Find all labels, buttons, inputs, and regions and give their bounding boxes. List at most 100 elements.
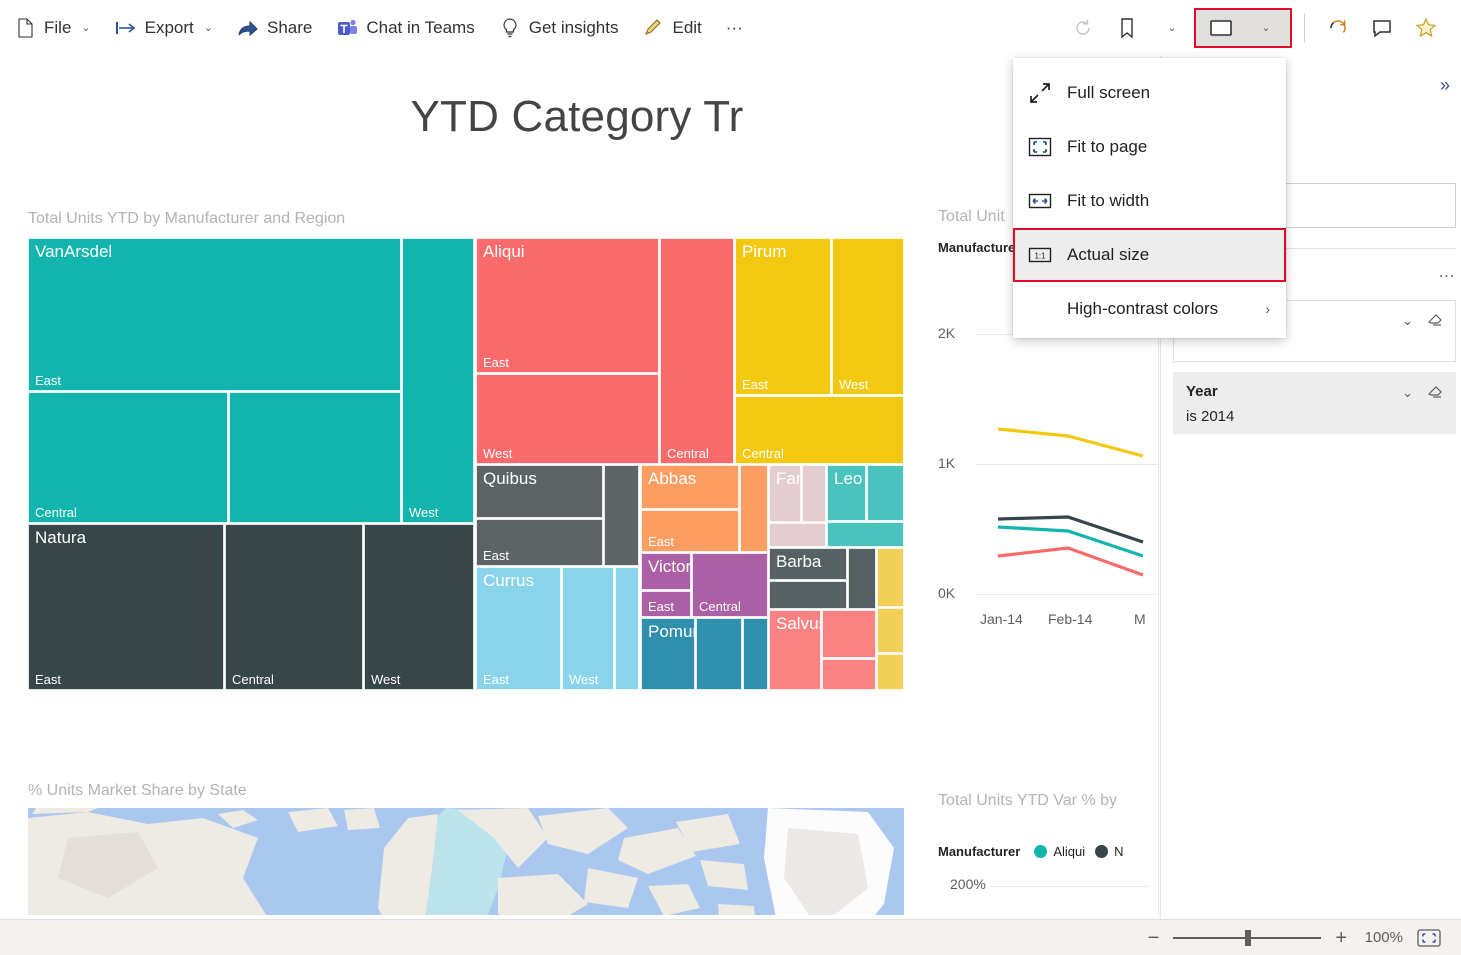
export-menu-button[interactable]: Export ⌄ bbox=[105, 8, 223, 48]
treemap-tile[interactable]: Aliqui East bbox=[476, 238, 659, 373]
treemap-tile[interactable]: Pirum East bbox=[735, 238, 831, 395]
treemap-tile[interactable]: Central bbox=[225, 524, 363, 690]
treemap-tile[interactable]: Central bbox=[660, 238, 734, 464]
treemap-tile[interactable]: Central bbox=[28, 392, 228, 523]
treemap-tile[interactable]: Leo bbox=[827, 465, 866, 521]
treemap-tile[interactable] bbox=[229, 392, 401, 523]
treemap-tile[interactable]: West bbox=[476, 374, 659, 464]
menu-item-fit-to-page[interactable]: Fit to page bbox=[1013, 120, 1286, 174]
line-chart-title: Total Unit bbox=[938, 208, 1005, 225]
chevron-down-icon[interactable]: ⌄ bbox=[1402, 385, 1413, 401]
treemap-title: Total Units YTD by Manufacturer and Regi… bbox=[28, 210, 346, 227]
treemap-tile[interactable]: Abbas bbox=[641, 465, 739, 509]
treemap-tile[interactable]: Victoria bbox=[641, 553, 691, 590]
treemap-region-label: Central bbox=[667, 446, 709, 461]
treemap-tile[interactable] bbox=[769, 523, 826, 547]
file-label: File bbox=[44, 17, 72, 37]
treemap-tile[interactable] bbox=[848, 548, 876, 609]
view-button[interactable] bbox=[1200, 8, 1242, 48]
treemap-tile[interactable] bbox=[827, 522, 904, 547]
export-icon bbox=[115, 17, 137, 39]
treemap-tile[interactable]: East bbox=[476, 519, 603, 566]
toolbar-divider bbox=[1304, 13, 1305, 42]
treemap-tile[interactable]: Central bbox=[735, 396, 904, 464]
zoom-in-button[interactable]: + bbox=[1335, 928, 1347, 948]
page-title: YTD Category Tr bbox=[410, 92, 744, 141]
var-percent-visual[interactable]: Total Units YTD Var % by Manufacturer Al… bbox=[938, 792, 1158, 915]
view-combo: ⌄ bbox=[1194, 7, 1292, 48]
refresh-button[interactable] bbox=[1317, 8, 1359, 48]
eraser-icon[interactable] bbox=[1427, 383, 1443, 402]
treemap-region-label: West bbox=[483, 446, 513, 461]
treemap-tile[interactable] bbox=[743, 618, 768, 690]
treemap-tile[interactable]: Pomum bbox=[641, 618, 695, 690]
share-button[interactable]: Share bbox=[227, 8, 322, 48]
treemap-plot[interactable]: VanArsdel East Central West Aliqui East West Ce… bbox=[28, 238, 904, 690]
treemap-tile[interactable]: VanArsdel East bbox=[28, 238, 401, 391]
treemap-tile[interactable] bbox=[877, 608, 904, 653]
treemap-group-label: Natura bbox=[35, 528, 87, 547]
more-options-button[interactable]: ··· bbox=[716, 8, 753, 48]
menu-item-actual-size[interactable]: 1:1 Actual size bbox=[1013, 228, 1286, 282]
treemap-tile[interactable] bbox=[802, 465, 826, 522]
treemap-tile[interactable] bbox=[867, 465, 904, 521]
treemap-tile[interactable] bbox=[740, 465, 768, 552]
map-visual[interactable]: % Units Market Share by State bbox=[28, 782, 914, 915]
reset-button[interactable] bbox=[1062, 8, 1104, 48]
file-menu-button[interactable]: File ⌄ bbox=[4, 8, 101, 48]
chevron-down-icon[interactable]: ⌄ bbox=[1402, 313, 1413, 329]
zoom-slider-thumb[interactable] bbox=[1245, 929, 1252, 946]
eraser-icon[interactable] bbox=[1427, 311, 1443, 330]
comment-button[interactable] bbox=[1361, 8, 1403, 48]
treemap-tile[interactable]: West bbox=[402, 238, 474, 523]
treemap-tile[interactable] bbox=[615, 567, 639, 690]
treemap-tile[interactable]: Central bbox=[692, 553, 768, 617]
chat-in-teams-button[interactable]: Chat in Teams bbox=[326, 8, 484, 48]
treemap-tile[interactable] bbox=[877, 654, 904, 690]
map-title: % Units Market Share by State bbox=[28, 782, 247, 799]
treemap-tile[interactable] bbox=[604, 465, 639, 566]
collapse-filters-icon[interactable]: » bbox=[1440, 76, 1450, 94]
treemap-region-label: East bbox=[648, 599, 675, 614]
menu-label: Fit to page bbox=[1067, 137, 1148, 156]
view-chevron-button[interactable]: ⌄ bbox=[1244, 8, 1286, 48]
chevron-down-icon: ⌄ bbox=[203, 22, 213, 34]
treemap-tile[interactable]: Currus East bbox=[476, 567, 561, 690]
edit-button[interactable]: Edit bbox=[632, 8, 711, 48]
treemap-tile[interactable]: West bbox=[832, 238, 904, 395]
treemap-tile[interactable] bbox=[877, 548, 904, 607]
treemap-tile[interactable]: Natura East bbox=[28, 524, 224, 690]
treemap-visual[interactable]: Total Units YTD by Manufacturer and Regi… bbox=[28, 210, 914, 760]
treemap-tile[interactable]: East bbox=[641, 591, 691, 617]
treemap-tile[interactable]: Fama bbox=[769, 465, 801, 522]
zoom-slider[interactable] bbox=[1173, 929, 1322, 946]
get-insights-button[interactable]: Get insights bbox=[489, 8, 629, 48]
lightbulb-icon bbox=[499, 17, 521, 39]
treemap-tile[interactable] bbox=[696, 618, 742, 690]
zoom-out-button[interactable]: − bbox=[1148, 928, 1160, 948]
map-image[interactable] bbox=[28, 808, 904, 915]
fit-to-screen-icon[interactable] bbox=[1417, 928, 1441, 947]
filter-card[interactable]: Year ⌄ is 2014 bbox=[1173, 372, 1456, 434]
menu-item-high-contrast-colors[interactable]: High-contrast colors › bbox=[1013, 282, 1286, 336]
treemap-tile[interactable]: Barba bbox=[769, 548, 847, 580]
treemap-tile[interactable]: Quibus bbox=[476, 465, 603, 518]
treemap-tile[interactable] bbox=[822, 659, 876, 690]
treemap-tile[interactable]: Salvus bbox=[769, 610, 821, 690]
treemap-tile[interactable]: West bbox=[364, 524, 474, 690]
bookmarks-chevron-button[interactable]: ⌄ bbox=[1150, 8, 1192, 48]
treemap-tile[interactable]: East bbox=[641, 510, 739, 552]
treemap-tile[interactable] bbox=[822, 610, 876, 658]
filter-card-icons: ⌄ bbox=[1402, 311, 1443, 330]
bookmarks-button[interactable] bbox=[1106, 8, 1148, 48]
treemap-tile[interactable] bbox=[769, 581, 847, 609]
menu-item-full-screen[interactable]: Full screen bbox=[1013, 66, 1286, 120]
favorite-button[interactable] bbox=[1405, 8, 1447, 48]
legend-title: Manufacturer bbox=[938, 844, 1021, 859]
treemap-tile[interactable]: West bbox=[562, 567, 614, 690]
menu-item-fit-to-width[interactable]: Fit to width bbox=[1013, 174, 1286, 228]
line-chart-plot[interactable]: 2K 1K 0K Jan-14 Feb-14 M bbox=[938, 325, 1158, 644]
filters-section-menu-icon[interactable]: … bbox=[1438, 262, 1456, 282]
top-toolbar: File ⌄ Export ⌄ Share Chat in Teams Get … bbox=[0, 0, 1461, 56]
treemap-group-label: Leo bbox=[834, 469, 863, 488]
